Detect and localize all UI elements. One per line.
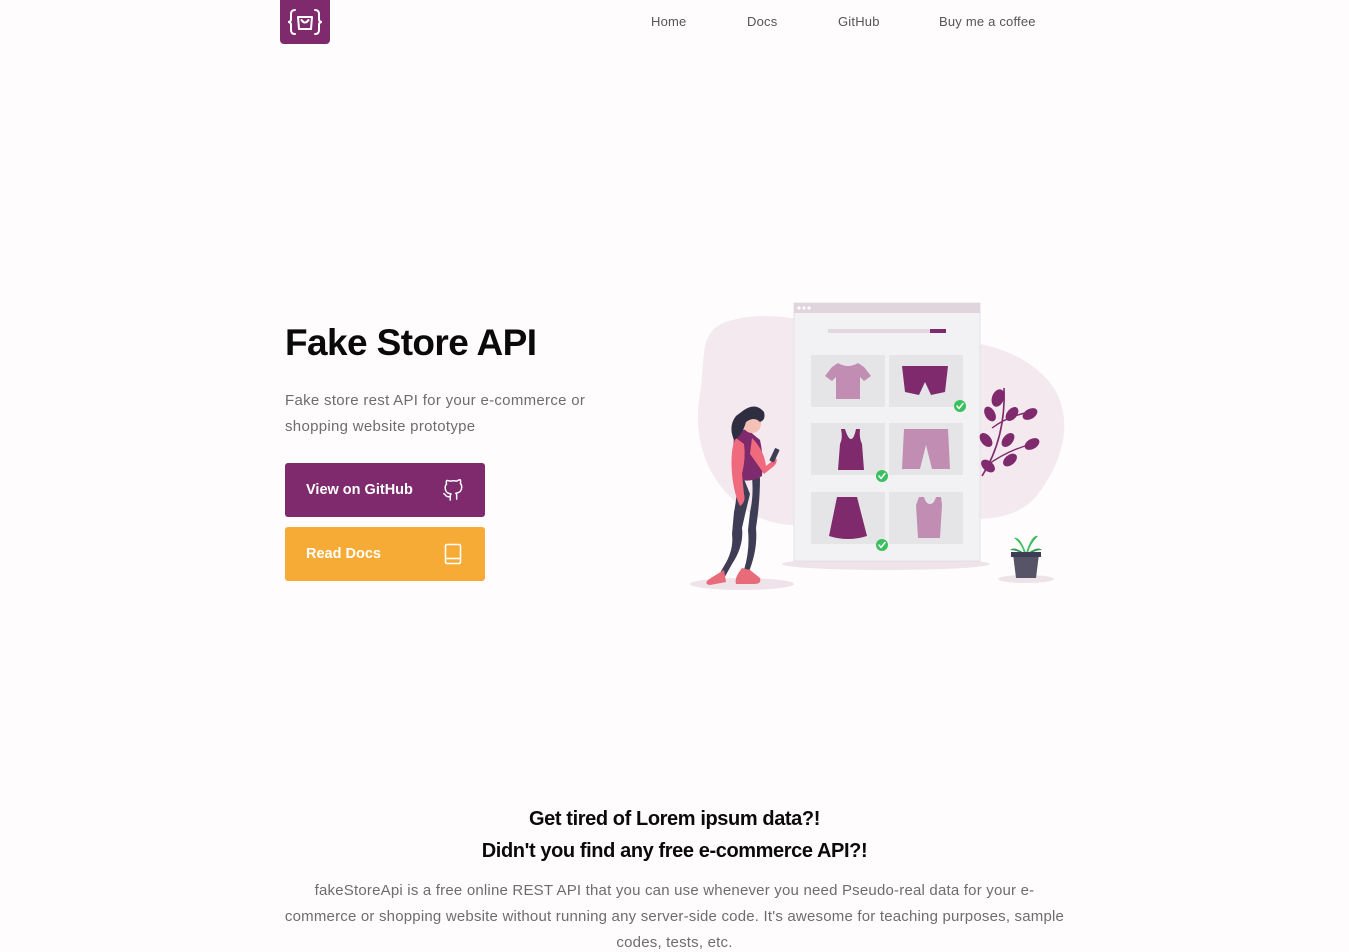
nav-home[interactable]: Home: [651, 14, 686, 29]
read-docs-button[interactable]: Read Docs: [285, 527, 485, 581]
intro-heading: Get tired of Lorem ipsum data?! Didn't y…: [0, 803, 1349, 867]
page: Home Docs GitHub Buy me a coffee Fake St…: [0, 0, 1349, 952]
intro-heading-line-1: Get tired of Lorem ipsum data?!: [529, 808, 820, 830]
nav-github[interactable]: GitHub: [838, 14, 880, 29]
nav-buy-me-a-coffee[interactable]: Buy me a coffee: [939, 14, 1036, 29]
intro-heading-line-2: Didn't you find any free e-commerce API?…: [481, 840, 868, 862]
hero-description: Fake store rest API for your e-commerce …: [285, 392, 586, 435]
view-on-github-button[interactable]: View on GitHub: [285, 463, 485, 517]
hero-title: Fake Store API: [285, 322, 537, 363]
online-shopping-illustration: [690, 302, 1065, 590]
github-icon: [442, 479, 464, 501]
book-icon: [442, 543, 464, 565]
top-navbar: Home Docs GitHub Buy me a coffee: [0, 0, 1349, 46]
main-nav: Home Docs GitHub Buy me a coffee: [0, 14, 1349, 34]
intro-description: fakeStoreApi is a free online REST API t…: [284, 882, 1065, 951]
nav-docs[interactable]: Docs: [747, 14, 777, 29]
read-docs-label: Read Docs: [306, 546, 381, 562]
view-on-github-label: View on GitHub: [306, 482, 413, 498]
